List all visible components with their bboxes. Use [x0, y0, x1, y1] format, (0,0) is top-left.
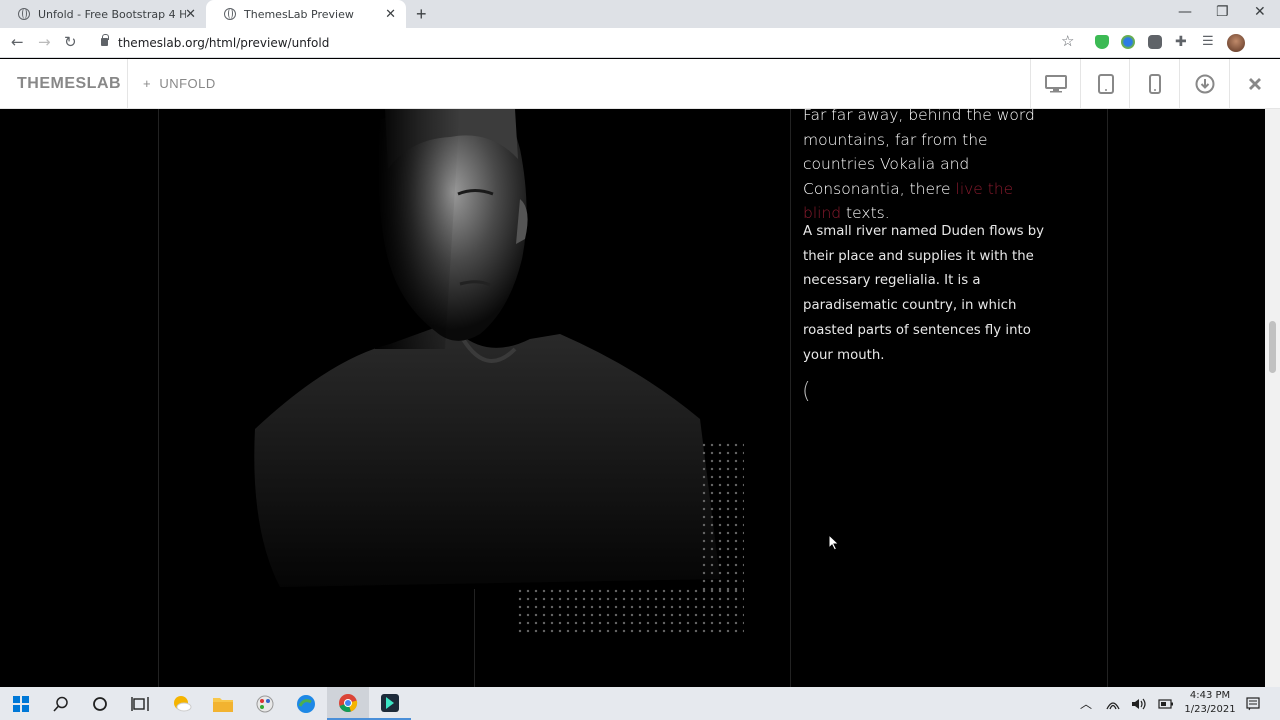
avatar[interactable]	[1227, 34, 1245, 52]
back-icon[interactable]: ←	[11, 33, 24, 51]
edge-icon	[297, 694, 315, 713]
brand-logo[interactable]: THEMESLAB	[17, 75, 121, 93]
tablet-view-button[interactable]	[1081, 59, 1130, 109]
tablet-icon	[1097, 74, 1114, 94]
page-scrollbar[interactable]	[1265, 109, 1280, 687]
preview-topbar: THEMESLAB + UNFOLD	[0, 59, 1280, 109]
task-view-button[interactable]	[119, 687, 161, 720]
quote-mark: (	[802, 379, 811, 404]
mobile-icon	[1148, 74, 1161, 94]
cortana-button[interactable]	[79, 687, 121, 720]
forward-icon[interactable]: →	[38, 33, 51, 51]
cortana-icon	[93, 696, 107, 711]
start-button[interactable]	[0, 687, 42, 720]
windows-icon	[13, 695, 29, 712]
system-clock[interactable]: 4:43 PM 1/23/2021	[1182, 689, 1238, 717]
browser-tab-unfold[interactable]: Unfold - Free Bootstrap 4 HTML5 ✕	[0, 0, 206, 28]
extension-icon[interactable]	[1121, 35, 1135, 49]
clock-time: 4:43 PM	[1189, 690, 1231, 701]
globe-icon	[224, 8, 236, 20]
filmora-app[interactable]	[369, 687, 411, 720]
address-bar[interactable]: themeslab.org/html/preview/unfold	[118, 36, 329, 50]
globe-icon	[18, 8, 30, 20]
preview-content: Far far away, behind the word mountains,…	[0, 109, 1280, 687]
task-view-icon	[131, 696, 149, 711]
clock-date: 1/23/2021	[1184, 704, 1236, 715]
download-icon	[1195, 74, 1214, 94]
shield-extension-icon[interactable]	[1095, 35, 1109, 49]
chrome-icon	[339, 693, 358, 712]
search-icon	[53, 696, 68, 712]
tab-title: Unfold - Free Bootstrap 4 HTML5	[38, 7, 186, 21]
taskbar: ︿ 4:43 PM 1/23/2021	[0, 687, 1280, 720]
extension-icon[interactable]	[1148, 35, 1162, 49]
reading-list-icon[interactable]: ☰	[1202, 33, 1216, 48]
dot-pattern	[516, 587, 744, 633]
download-button[interactable]	[1180, 59, 1229, 109]
minimize-button[interactable]: —	[1178, 4, 1192, 20]
weather-icon	[174, 695, 192, 711]
lock-icon[interactable]	[101, 34, 109, 46]
close-tab-icon[interactable]: ✕	[185, 7, 196, 22]
volume-icon[interactable]	[1131, 697, 1147, 711]
close-icon	[1248, 78, 1261, 90]
close-tab-icon[interactable]: ✕	[385, 7, 396, 22]
theme-name: UNFOLD	[159, 76, 216, 91]
notifications-icon[interactable]	[1246, 697, 1260, 711]
desktop-view-button[interactable]	[1031, 59, 1080, 109]
browser-tab-themeslab[interactable]: ThemesLab Preview ✕	[206, 0, 406, 28]
search-button[interactable]	[40, 687, 82, 720]
battery-icon[interactable]	[1158, 698, 1174, 710]
mouse-cursor-icon	[828, 534, 840, 551]
dot-pattern	[700, 441, 744, 591]
desktop-icon	[1044, 75, 1067, 93]
divider	[127, 59, 128, 109]
tab-title: ThemesLab Preview	[244, 7, 354, 21]
close-window-button[interactable]: ✕	[1254, 4, 1266, 20]
reload-icon[interactable]: ↻	[64, 33, 77, 51]
scrollbar-thumb[interactable]	[1269, 321, 1276, 373]
grid-line	[790, 109, 791, 687]
paint-app[interactable]	[244, 687, 286, 720]
filmora-icon	[381, 693, 399, 712]
lead-paragraph: Far far away, behind the word mountains,…	[803, 109, 1053, 226]
close-preview-button[interactable]	[1230, 59, 1279, 109]
folder-icon	[213, 697, 233, 712]
edge-app[interactable]	[285, 687, 327, 720]
plus-icon: +	[143, 76, 152, 91]
body-paragraph: A small river named Duden flows by their…	[803, 224, 1045, 363]
mobile-view-button[interactable]	[1130, 59, 1179, 109]
new-tab-button[interactable]: +	[416, 4, 427, 25]
chevron-up-icon[interactable]: ︿	[1080, 695, 1092, 712]
grid-line	[1107, 109, 1108, 687]
grid-line	[158, 109, 159, 687]
chrome-app[interactable]	[327, 687, 369, 720]
paint-icon	[256, 695, 274, 712]
network-icon[interactable]	[1106, 697, 1120, 711]
theme-selector[interactable]: + UNFOLD	[143, 76, 216, 91]
browser-tab-strip: Unfold - Free Bootstrap 4 HTML5 ✕ Themes…	[0, 0, 1280, 28]
file-explorer-app[interactable]	[202, 687, 244, 720]
weather-app[interactable]	[161, 687, 203, 720]
puzzle-icon[interactable]: ✚	[1175, 33, 1189, 49]
maximize-button[interactable]: ❐	[1216, 4, 1229, 20]
bookmark-star-icon[interactable]: ☆	[1061, 32, 1074, 50]
browser-toolbar: ← → ↻ themeslab.org/html/preview/unfold …	[0, 28, 1280, 79]
